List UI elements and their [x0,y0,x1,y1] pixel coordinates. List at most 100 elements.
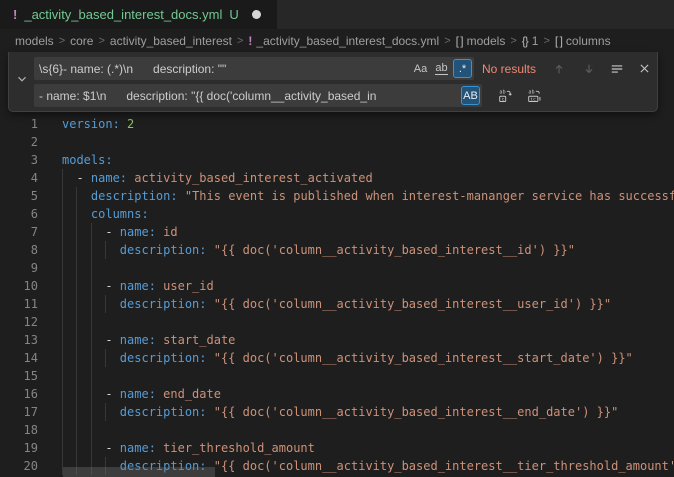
indent-guide [91,241,92,259]
code-line[interactable]: 6 columns: [0,205,674,223]
code-line[interactable]: 8 description: "{{ doc('column__activity… [0,241,674,259]
match-case-button[interactable]: Aa [411,59,430,78]
indent-guide [62,367,63,385]
breadcrumb-label: columns [566,34,611,48]
code-text: columns: [62,205,149,223]
close-button[interactable] [635,59,653,78]
breadcrumb-item[interactable]: models [15,34,54,48]
indent-guide [62,205,63,223]
yaml-file-icon: ! [248,34,252,48]
code-text: - name: start_date [62,331,235,349]
toggle-replace-button[interactable] [9,52,34,111]
preserve-case-button[interactable]: AB [461,86,480,105]
indent-guide [76,367,77,385]
line-number: 14 [0,349,38,367]
line-number: 11 [0,295,38,313]
code-line[interactable]: 5 description: "This event is published … [0,187,674,205]
indent-guide [76,241,77,259]
git-status-badge: U [229,7,238,22]
breadcrumb-label: models [15,34,54,48]
code-line[interactable]: 3 models: [0,151,674,169]
code-line[interactable]: 18 [0,421,674,439]
regex-button[interactable]: .* [453,59,472,78]
code-line[interactable]: 13 - name: start_date [0,331,674,349]
find-input[interactable]: \s{6}- name: (.*)\n description: "" Aa a… [34,57,474,80]
code-line[interactable]: 2 [0,133,674,151]
breadcrumb-item[interactable]: !_activity_based_interest_docs.yml [248,34,439,48]
code-line[interactable]: 4 - name: activity_based_interest_activa… [0,169,674,187]
line-number: 8 [0,241,38,259]
indent-guide [105,349,106,367]
indent-guide [62,313,63,331]
code-text: - name: activity_based_interest_activate… [62,169,373,187]
previous-match-button[interactable] [550,59,568,78]
line-number: 3 [0,151,38,169]
line-number: 10 [0,277,38,295]
next-match-button[interactable] [580,59,598,78]
replace-all-icon: ab ic [527,88,542,103]
indent-guide [76,277,77,295]
breadcrumb-separator-icon: > [444,35,450,47]
code-line[interactable]: 14 description: "{{ doc('column__activit… [0,349,674,367]
code-text: description: "{{ doc('column__activity_b… [62,295,611,313]
modified-indicator-icon[interactable] [252,10,261,19]
find-in-selection-button[interactable] [608,59,626,78]
replace-input[interactable]: - name: $1\n description: "{{ doc('colum… [34,84,482,107]
chevron-down-icon [15,72,29,91]
code-line[interactable]: 7 - name: id [0,223,674,241]
indent-guide [105,295,106,313]
indent-guide [76,205,77,223]
indent-guide [91,277,92,295]
line-number: 4 [0,169,38,187]
svg-text:ic: ic [530,96,536,102]
code-line[interactable]: 12 [0,313,674,331]
svg-text:ab: ab [528,90,534,96]
breadcrumb-item[interactable]: core [70,34,93,48]
code-text: models: [62,151,113,169]
svg-text:c: c [501,97,504,102]
tab-active-file[interactable]: ! _activity_based_interest_docs.yml U [0,0,277,29]
breadcrumb-item[interactable]: [ ]models [456,34,506,48]
line-number: 17 [0,403,38,421]
breadcrumb-item[interactable]: {}1 [522,34,539,48]
indent-guide [62,187,63,205]
indent-guide [62,349,63,367]
breadcrumb-separator-icon: > [59,35,65,47]
code-line[interactable]: 19 - name: tier_threshold_amount [0,439,674,457]
replace-value: - name: $1\n description: "{{ doc('colum… [39,89,457,103]
line-number: 6 [0,205,38,223]
code-line[interactable]: 17 description: "{{ doc('column__activit… [0,403,674,421]
find-widget: \s{6}- name: (.*)\n description: "" Aa a… [8,52,658,112]
indent-guide [91,259,92,277]
code-line[interactable]: 9 [0,259,674,277]
indent-guide [91,331,92,349]
line-number: 12 [0,313,38,331]
breadcrumb-item[interactable]: [ ] columns [555,34,611,48]
whole-word-button[interactable]: ab [432,59,451,78]
code-line[interactable]: 15 [0,367,674,385]
breadcrumb-label: models [467,34,506,48]
line-number: 18 [0,421,38,439]
symbol-icon: [ ] [555,34,562,48]
line-number: 15 [0,367,38,385]
line-number: 1 [0,115,38,133]
horizontal-scrollbar-thumb[interactable] [63,467,215,477]
code-line[interactable]: 1version: 2 [0,115,674,133]
code-line[interactable]: 16 - name: end_date [0,385,674,403]
indent-guide [105,241,106,259]
indent-guide [62,295,63,313]
find-query: \s{6}- name: (.*)\n description: "" [39,62,407,76]
code-text: description: "{{ doc('column__activity_b… [62,403,618,421]
replace-all-button[interactable]: ab ic [525,86,543,105]
code-line[interactable]: 10 - name: user_id [0,277,674,295]
code-line[interactable]: 11 description: "{{ doc('column__activit… [0,295,674,313]
breadcrumb-separator-icon: > [510,35,516,47]
selection-icon [610,62,624,76]
indent-guide [76,385,77,403]
indent-guide [105,403,106,421]
indent-guide [76,187,77,205]
indent-guide [91,295,92,313]
replace-button[interactable]: ab c [496,86,514,105]
breadcrumb-item[interactable]: activity_based_interest [110,34,232,48]
indent-guide [62,439,63,457]
